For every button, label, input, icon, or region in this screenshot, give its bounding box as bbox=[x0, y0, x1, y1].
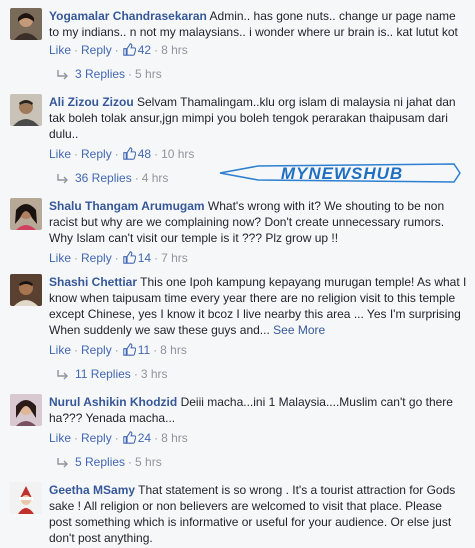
comment-author[interactable]: Shalu Thangam Arumugam bbox=[49, 199, 205, 213]
comment-time[interactable]: 8 hrs bbox=[161, 431, 188, 445]
avatar[interactable] bbox=[10, 482, 42, 514]
like-count[interactable]: 24 bbox=[138, 431, 151, 445]
avatar[interactable] bbox=[10, 94, 42, 126]
comment-author[interactable]: Shashi Chettiar bbox=[49, 275, 137, 289]
reply-arrow-icon bbox=[57, 172, 69, 188]
comment-time[interactable]: 8 hrs bbox=[161, 43, 188, 57]
replies-time: 5 hrs bbox=[135, 67, 162, 81]
avatar[interactable] bbox=[10, 198, 42, 230]
thumbs-up-icon bbox=[122, 343, 136, 360]
comment-author[interactable]: Yogamalar Chandrasekaran bbox=[49, 9, 207, 23]
reply-arrow-icon bbox=[57, 68, 69, 84]
avatar[interactable] bbox=[10, 394, 42, 426]
replies-link[interactable]: 36 Replies · 4 hrs bbox=[57, 170, 168, 186]
watermark-text: MYNEWSHUB bbox=[281, 164, 403, 183]
replies-count[interactable]: 36 Replies bbox=[75, 171, 132, 185]
replies-count[interactable]: 5 Replies bbox=[75, 455, 125, 469]
reply-arrow-icon bbox=[57, 368, 69, 384]
reply-button[interactable]: Reply bbox=[81, 43, 112, 57]
comment-author[interactable]: Geetha MSamy bbox=[49, 483, 135, 497]
comment-author[interactable]: Ali Zizou Zizou bbox=[49, 95, 134, 109]
replies-time: 5 hrs bbox=[135, 455, 162, 469]
comment-time[interactable]: 8 hrs bbox=[160, 343, 187, 357]
like-button[interactable]: Like bbox=[49, 43, 71, 57]
replies-link[interactable]: 5 Replies · 5 hrs bbox=[57, 454, 162, 470]
reply-button[interactable]: Reply bbox=[81, 343, 112, 357]
watermark-logo: MYNEWSHUB bbox=[218, 160, 462, 186]
reply-button[interactable]: Reply bbox=[81, 147, 112, 161]
comment-time[interactable]: 7 hrs bbox=[161, 251, 188, 265]
replies-count[interactable]: 3 Replies bbox=[75, 67, 125, 81]
thumbs-up-icon bbox=[122, 43, 136, 60]
comment-actions: Like · Reply · 24 · 8 hrs bbox=[49, 430, 188, 446]
replies-count[interactable]: 11 Replies bbox=[75, 367, 131, 381]
thumbs-up-icon bbox=[122, 431, 136, 448]
like-count[interactable]: 48 bbox=[138, 147, 151, 161]
replies-link[interactable]: 11 Replies · 3 hrs bbox=[57, 366, 168, 382]
like-count[interactable]: 11 bbox=[138, 343, 150, 357]
see-more-link[interactable]: See More bbox=[273, 323, 325, 337]
reply-button[interactable]: Reply bbox=[81, 431, 112, 445]
like-button[interactable]: Like bbox=[49, 251, 71, 265]
thumbs-up-icon bbox=[122, 251, 136, 268]
comment-actions: Like · Reply · 42 · 8 hrs bbox=[49, 42, 188, 58]
comment-actions: Like · Reply · 14 · 7 hrs bbox=[49, 250, 188, 266]
thumbs-up-icon bbox=[122, 147, 136, 164]
replies-time: 3 hrs bbox=[140, 367, 168, 381]
replies-link[interactable]: 3 Replies · 5 hrs bbox=[57, 66, 162, 82]
comment-actions: Like · Reply · 48 · 10 hrs bbox=[49, 146, 194, 162]
like-button[interactable]: Like bbox=[49, 147, 71, 161]
reply-arrow-icon bbox=[57, 456, 69, 472]
reply-button[interactable]: Reply bbox=[81, 251, 112, 265]
comment-actions: Like · Reply · 11 · 8 hrs bbox=[49, 342, 187, 358]
like-count[interactable]: 42 bbox=[138, 43, 151, 57]
comment-time[interactable]: 10 hrs bbox=[161, 147, 194, 161]
avatar[interactable] bbox=[10, 8, 42, 40]
like-button[interactable]: Like bbox=[49, 431, 71, 445]
avatar[interactable] bbox=[10, 274, 42, 306]
replies-time: 4 hrs bbox=[141, 171, 169, 185]
comment-author[interactable]: Nurul Ashikin Khodzid bbox=[49, 395, 177, 409]
like-button[interactable]: Like bbox=[49, 343, 71, 357]
like-count[interactable]: 14 bbox=[138, 251, 151, 265]
